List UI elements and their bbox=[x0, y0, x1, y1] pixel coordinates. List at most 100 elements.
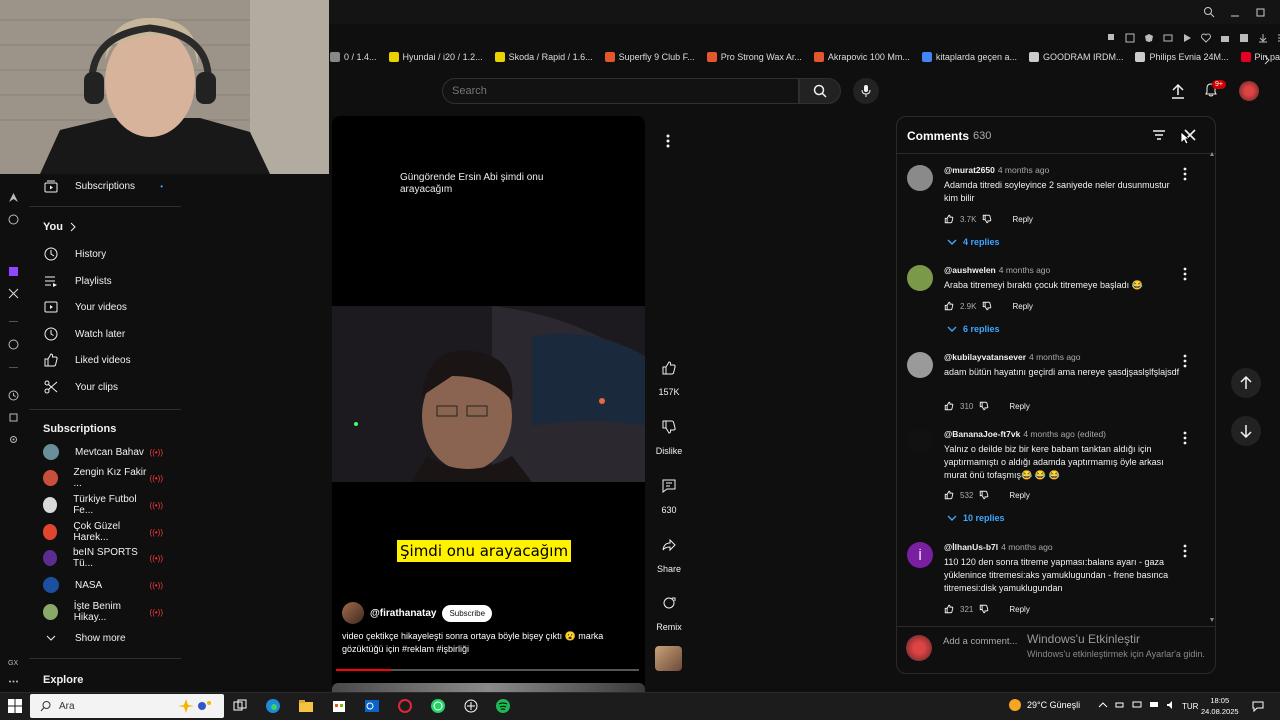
comment-author[interactable]: @kubilayvatansever bbox=[944, 352, 1026, 362]
chatgpt-icon[interactable] bbox=[8, 214, 19, 225]
arrow-icon[interactable] bbox=[8, 192, 19, 203]
chatgpt-icon[interactable] bbox=[463, 698, 479, 714]
channel-name[interactable]: @firathanatay bbox=[370, 608, 436, 619]
chevron-up-icon[interactable] bbox=[1098, 700, 1108, 710]
settings-gear-icon[interactable] bbox=[8, 434, 19, 445]
comment-more-icon[interactable] bbox=[1180, 544, 1190, 558]
comment-avatar[interactable] bbox=[907, 352, 933, 378]
comments-button[interactable]: 630 bbox=[653, 471, 685, 515]
sidebar-item-your-videos[interactable]: Your videos bbox=[29, 295, 179, 319]
comment-dislike-icon[interactable] bbox=[979, 490, 989, 500]
minimize-icon[interactable] bbox=[1229, 6, 1241, 18]
bookmark-item[interactable]: GOODRAM IRDM... bbox=[1028, 52, 1123, 62]
search-icon[interactable] bbox=[1203, 6, 1215, 18]
shorts-video-player[interactable]: Güngörende Ersin Abi şimdi onu arayacağı… bbox=[332, 116, 645, 688]
upload-button[interactable] bbox=[1171, 83, 1185, 99]
sidebar-item-playlists[interactable]: Playlists bbox=[29, 269, 179, 293]
pin-icon[interactable] bbox=[1106, 33, 1116, 43]
bookmark-item[interactable]: Pin page bbox=[1240, 52, 1280, 62]
video-description[interactable]: video çektikçe hikayeleşti sonra ortaya … bbox=[342, 630, 632, 656]
sidebar-channel[interactable]: Zengin Kız Fakir ... ((•)) bbox=[29, 466, 179, 490]
comment-avatar[interactable] bbox=[907, 429, 933, 455]
camera-icon[interactable] bbox=[1220, 33, 1230, 43]
comment-more-icon[interactable] bbox=[1180, 354, 1190, 368]
show-more-button[interactable]: Show more bbox=[29, 626, 179, 650]
play-icon[interactable] bbox=[1182, 33, 1192, 43]
comment-dislike-icon[interactable] bbox=[982, 301, 992, 311]
comment-author[interactable]: @aushwelen bbox=[944, 265, 996, 275]
shield-icon[interactable] bbox=[1144, 33, 1154, 43]
comment-avatar[interactable] bbox=[907, 265, 933, 291]
opera-gx-icon[interactable] bbox=[397, 698, 413, 714]
sidebar-channel[interactable]: NASA ((•)) bbox=[29, 573, 179, 597]
comment-reply-button[interactable]: Reply bbox=[1012, 215, 1032, 224]
chevron-right-icon[interactable] bbox=[1263, 55, 1271, 65]
voice-search-button[interactable] bbox=[853, 78, 879, 104]
sidebar-item-watch-later[interactable]: Watch later bbox=[29, 322, 179, 346]
edge-icon[interactable] bbox=[265, 698, 281, 714]
comment-reply-button[interactable]: Reply bbox=[1009, 605, 1029, 614]
bookmark-item[interactable]: Skoda / Rapid / 1.6... bbox=[494, 52, 593, 62]
monitor-icon[interactable] bbox=[1132, 700, 1142, 710]
bookmark-item[interactable]: Pro Strong Wax Ar... bbox=[706, 52, 802, 62]
heart-icon[interactable] bbox=[1201, 33, 1211, 43]
extension-icon[interactable] bbox=[1239, 33, 1249, 43]
more-options-button[interactable] bbox=[656, 129, 680, 153]
restore-icon[interactable] bbox=[1255, 6, 1267, 18]
download-icon[interactable] bbox=[1258, 33, 1268, 43]
previous-short-button[interactable] bbox=[1231, 368, 1261, 398]
sidebar-channel[interactable]: İşte Benim Hikay... ((•)) bbox=[29, 600, 179, 624]
bookmark-item[interactable]: kitaplarda geçen a... bbox=[921, 52, 1017, 62]
sidebar-item-your-clips[interactable]: Your clips bbox=[29, 375, 179, 399]
view-replies-button[interactable]: 6 replies bbox=[947, 324, 1000, 334]
whatsapp-icon[interactable] bbox=[430, 698, 446, 714]
like-button[interactable]: 157K bbox=[653, 353, 685, 397]
sidebar-channel[interactable]: Çok Güzel Harek... ((•)) bbox=[29, 520, 179, 544]
taskbar-weather[interactable]: 29°C Güneşli bbox=[1009, 699, 1080, 711]
sidebar-item-liked-videos[interactable]: Liked videos bbox=[29, 348, 179, 372]
sidebar-item-subscriptions[interactable]: Subscriptions • bbox=[29, 174, 179, 198]
gx-icon[interactable]: GX bbox=[8, 656, 19, 667]
screenshot-icon[interactable] bbox=[1125, 33, 1135, 43]
bookmark-item[interactable]: Superfly 9 Club F... bbox=[604, 52, 695, 62]
bookmark-item[interactable]: 0 / 1.4... bbox=[330, 52, 377, 62]
comment-dislike-icon[interactable] bbox=[979, 401, 989, 411]
sound-thumbnail[interactable] bbox=[655, 646, 682, 671]
comment-reply-button[interactable]: Reply bbox=[1012, 302, 1032, 311]
sidebar-channel[interactable]: Mevtcan Bahav ((•)) bbox=[29, 440, 179, 464]
store-icon[interactable] bbox=[331, 698, 347, 714]
taskbar-language[interactable]: TUR bbox=[1182, 702, 1198, 711]
comment-reply-button[interactable]: Reply bbox=[1009, 402, 1029, 411]
comment-author[interactable]: @BananaJoe-ft7vk bbox=[944, 429, 1020, 439]
search-input[interactable] bbox=[452, 84, 752, 98]
search-button[interactable] bbox=[799, 78, 841, 104]
bookmark-item[interactable]: Philips Evnia 24M... bbox=[1135, 52, 1229, 62]
next-video-preview[interactable] bbox=[332, 683, 645, 692]
add-comment-input[interactable]: Add a comment... bbox=[943, 636, 1017, 647]
comment-like-icon[interactable] bbox=[944, 301, 954, 311]
comment-avatar[interactable]: İ bbox=[907, 542, 933, 568]
bookmark-item[interactable]: Hyundai / i20 / 1.2... bbox=[388, 52, 483, 62]
account-avatar[interactable] bbox=[1239, 81, 1259, 101]
x-icon[interactable] bbox=[8, 288, 19, 299]
comment-more-icon[interactable] bbox=[1180, 431, 1190, 445]
view-replies-button[interactable]: 10 replies bbox=[947, 513, 1005, 523]
windows-start-icon[interactable] bbox=[6, 697, 24, 715]
battery-icon[interactable] bbox=[1115, 700, 1125, 710]
network-icon[interactable] bbox=[1149, 700, 1159, 710]
spotify-icon[interactable] bbox=[495, 698, 511, 714]
volume-icon[interactable] bbox=[1166, 700, 1176, 710]
sidebar-channel[interactable]: beIN SPORTS Tü... ((•)) bbox=[29, 546, 179, 570]
comment-dislike-icon[interactable] bbox=[979, 604, 989, 614]
history-clock-icon[interactable] bbox=[8, 390, 19, 401]
comment-more-icon[interactable] bbox=[1180, 167, 1190, 181]
comment-more-icon[interactable] bbox=[1180, 267, 1190, 281]
file-explorer-icon[interactable] bbox=[298, 698, 314, 714]
dislike-button[interactable]: Dislike bbox=[653, 412, 685, 456]
sort-icon[interactable] bbox=[1151, 127, 1167, 143]
share-button[interactable]: Share bbox=[653, 530, 685, 574]
channel-avatar[interactable] bbox=[342, 602, 364, 624]
comment-avatar[interactable] bbox=[907, 165, 933, 191]
comment-like-icon[interactable] bbox=[944, 401, 954, 411]
comment-author[interactable]: @İlhanUs-b7l bbox=[944, 542, 998, 552]
